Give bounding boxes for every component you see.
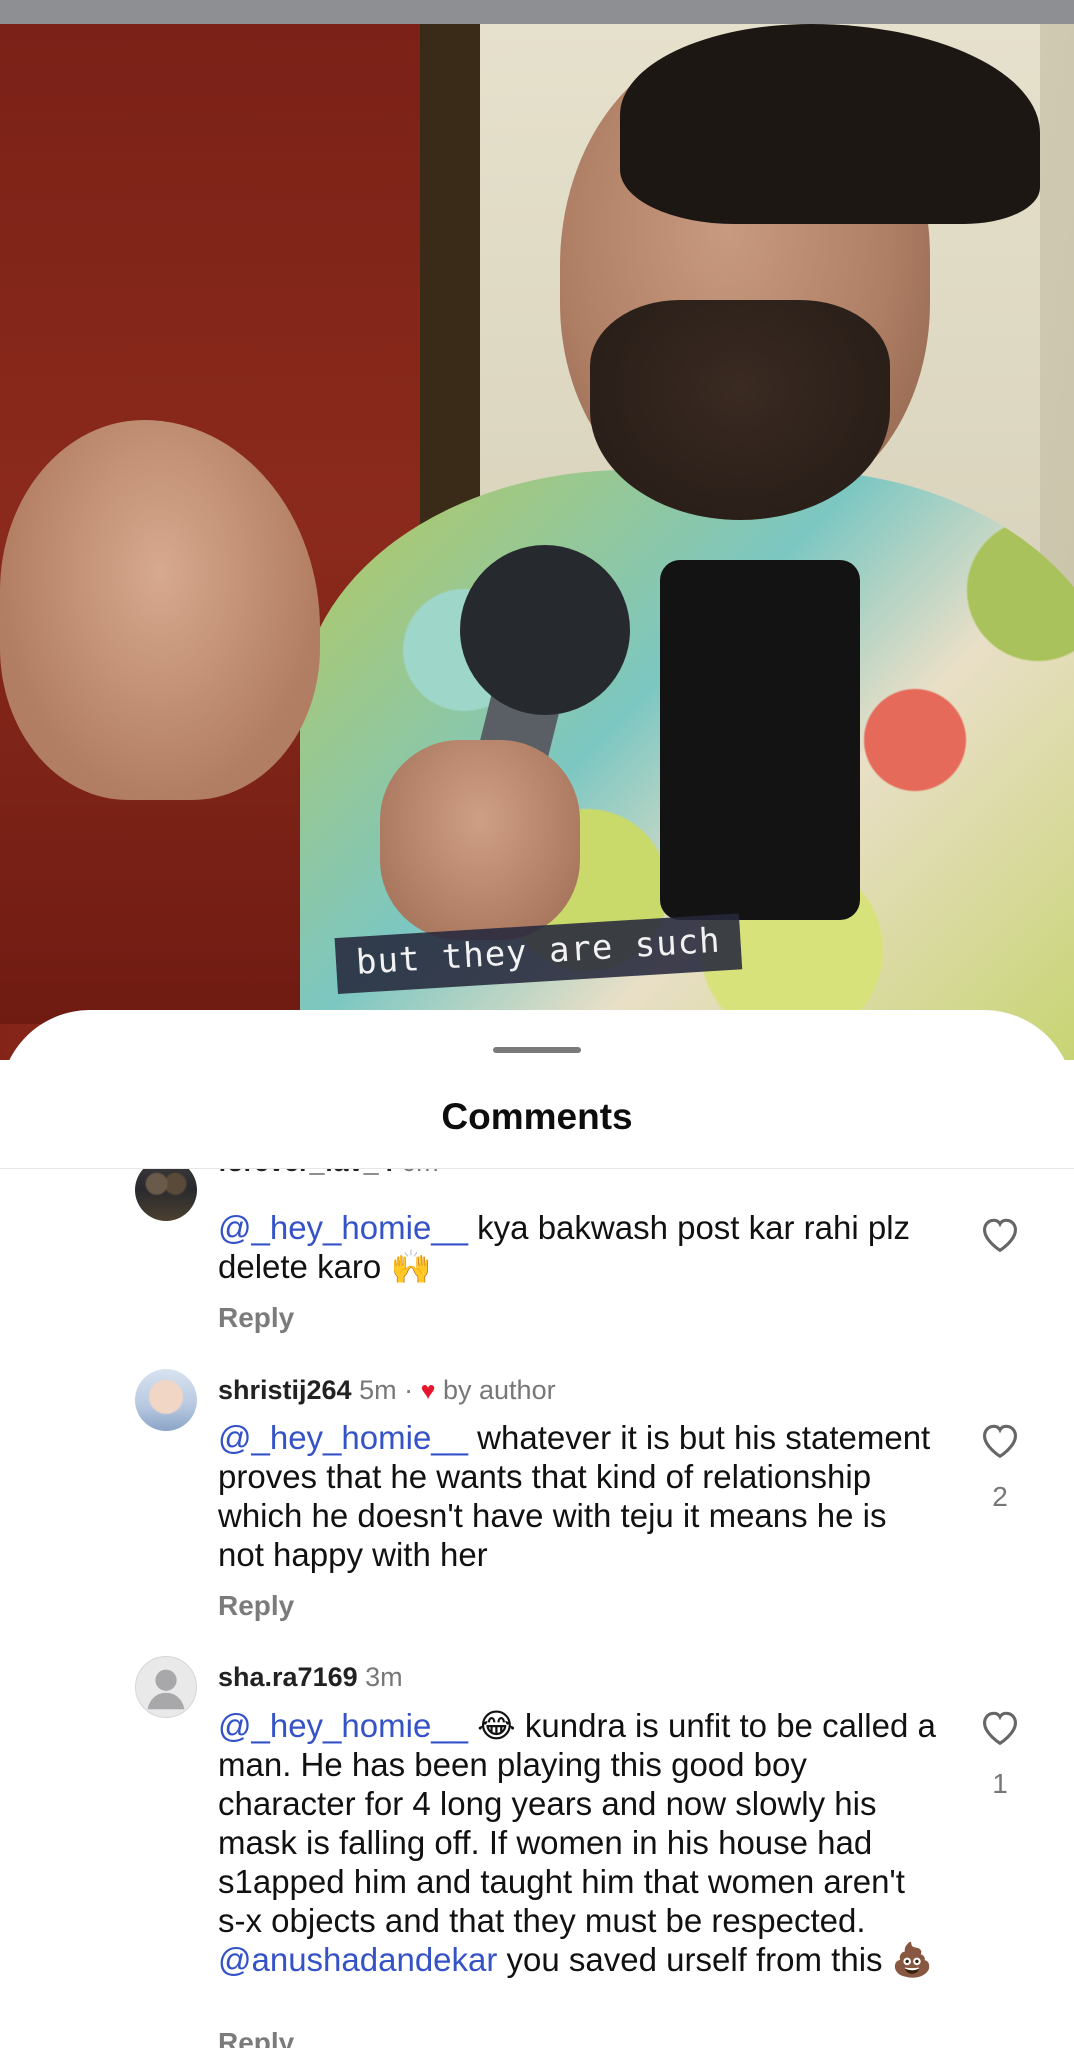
like-count: 2 <box>992 1481 1008 1512</box>
default-user-icon <box>147 1669 185 1710</box>
poop-emoji: 💩 <box>891 1940 933 1979</box>
sheet-drag-handle[interactable] <box>493 1047 581 1053</box>
comment-mention[interactable]: @_hey_homie__ <box>218 1707 468 1744</box>
avatar[interactable] <box>135 1369 197 1431</box>
sheet-title: Comments <box>441 1096 633 1137</box>
comment-mention[interactable]: @_hey_homie__ <box>218 1209 468 1246</box>
comment-username[interactable]: sha.ra7169 <box>218 1662 358 1692</box>
like-count: 1 <box>992 1768 1008 1799</box>
laughing-emoji: 😂 <box>477 1706 516 1745</box>
comments-list[interactable]: forever_fav_4 6m @_hey_homie__ kya bakwa… <box>0 1169 1074 2048</box>
raising-hands-emoji: 🙌 <box>390 1247 432 1286</box>
avatar[interactable] <box>135 1656 197 1718</box>
comment-text: @_hey_homie__ kya bakwash post kar rahi … <box>218 1209 911 1286</box>
like-button[interactable] <box>978 1706 1022 1746</box>
person-shirt <box>660 560 860 920</box>
video-player[interactable]: but they are such <box>0 0 1074 1060</box>
background-shadow <box>420 24 480 544</box>
avatar[interactable] <box>135 1169 197 1221</box>
top-bar <box>0 0 1074 24</box>
like-button[interactable] <box>978 1419 1022 1459</box>
reply-button[interactable]: Reply <box>218 1302 294 1334</box>
comment-mention[interactable]: @_hey_homie__ <box>218 1419 468 1456</box>
comment-username[interactable]: shristij264 <box>218 1375 352 1405</box>
comment-time: 6m <box>401 1169 439 1177</box>
reply-button[interactable]: Reply <box>218 2027 294 2048</box>
comment-meta: shristij264 5m · ♥ by author <box>218 1375 556 1405</box>
heart-outline-icon <box>982 1424 1018 1459</box>
comments-sheet: Comments forever_fav_4 6m @_hey_homie__ … <box>0 1010 1074 2048</box>
heart-outline-icon <box>982 1218 1018 1253</box>
comment-meta: sha.ra7169 3m <box>218 1662 403 1693</box>
comment-mention[interactable]: @anushadandekar <box>218 1941 497 1978</box>
heart-filled-icon: ♥ <box>420 1377 436 1405</box>
comment-text: @_hey_homie__ whatever it is but his sta… <box>218 1419 931 1573</box>
microphone-head <box>460 545 630 715</box>
person-beard <box>590 300 890 520</box>
reply-button[interactable]: Reply <box>218 1590 294 1622</box>
heart-outline-icon <box>982 1711 1018 1746</box>
comment-text: @_hey_homie__ 😂 kundra is unfit to be ca… <box>218 1706 936 1979</box>
comment-username[interactable]: forever_fav_4 <box>218 1169 394 1177</box>
comment-time: 5m <box>359 1375 397 1405</box>
comment-meta: forever_fav_4 6m <box>218 1169 439 1178</box>
author-like-label: by author <box>443 1375 556 1405</box>
comment-time: 3m <box>365 1662 403 1692</box>
person-hand-holding-mic <box>380 740 580 940</box>
like-button[interactable] <box>978 1213 1022 1253</box>
